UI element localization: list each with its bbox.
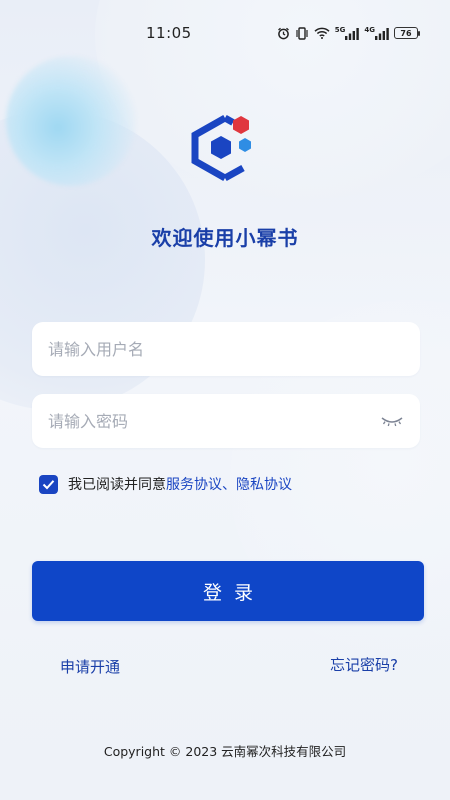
username-input[interactable] xyxy=(48,339,404,359)
app-logo xyxy=(181,106,263,188)
eye-closed-icon[interactable] xyxy=(380,414,404,428)
agreement-row: 我已阅读并同意服务协议、隐私协议 xyxy=(39,474,292,494)
signal-4g-icon: 4G xyxy=(364,26,389,40)
wifi-icon xyxy=(314,27,330,39)
status-bar: 11:05 5G 4G 76 xyxy=(0,0,450,66)
copyright-text: Copyright © 2023 云南幂次科技有限公司 xyxy=(103,744,347,759)
agreement-separator: 、 xyxy=(222,477,236,493)
battery-icon: 76 xyxy=(394,27,420,39)
forgot-password-link[interactable]: 忘记密码? xyxy=(330,654,398,675)
status-icons: 5G 4G 76 xyxy=(277,26,420,40)
net2-label: 4G xyxy=(364,26,375,34)
net1-label: 5G xyxy=(334,26,346,34)
agreement-checkbox[interactable] xyxy=(39,474,58,494)
status-time: 11:05 xyxy=(146,24,192,42)
privacy-agreement-link[interactable]: 隐私协议 xyxy=(236,477,292,493)
signal-5g-icon: 5G xyxy=(335,26,360,40)
vibrate-icon xyxy=(295,26,309,40)
username-field[interactable] xyxy=(32,322,420,376)
apply-link[interactable]: 申请开通 xyxy=(60,656,120,677)
service-agreement-link[interactable]: 服务协议 xyxy=(166,477,222,493)
agreement-text: 我已阅读并同意服务协议、隐私协议 xyxy=(68,474,292,494)
alarm-icon xyxy=(277,27,290,40)
password-field[interactable] xyxy=(32,394,420,448)
login-button[interactable]: 登录 xyxy=(32,561,424,621)
agreement-prefix: 我已阅读并同意 xyxy=(68,477,166,493)
background-orb xyxy=(6,56,136,186)
password-input[interactable] xyxy=(48,411,380,431)
battery-level: 76 xyxy=(400,28,412,38)
app-title: 欢迎使用小幂书 xyxy=(151,226,299,250)
